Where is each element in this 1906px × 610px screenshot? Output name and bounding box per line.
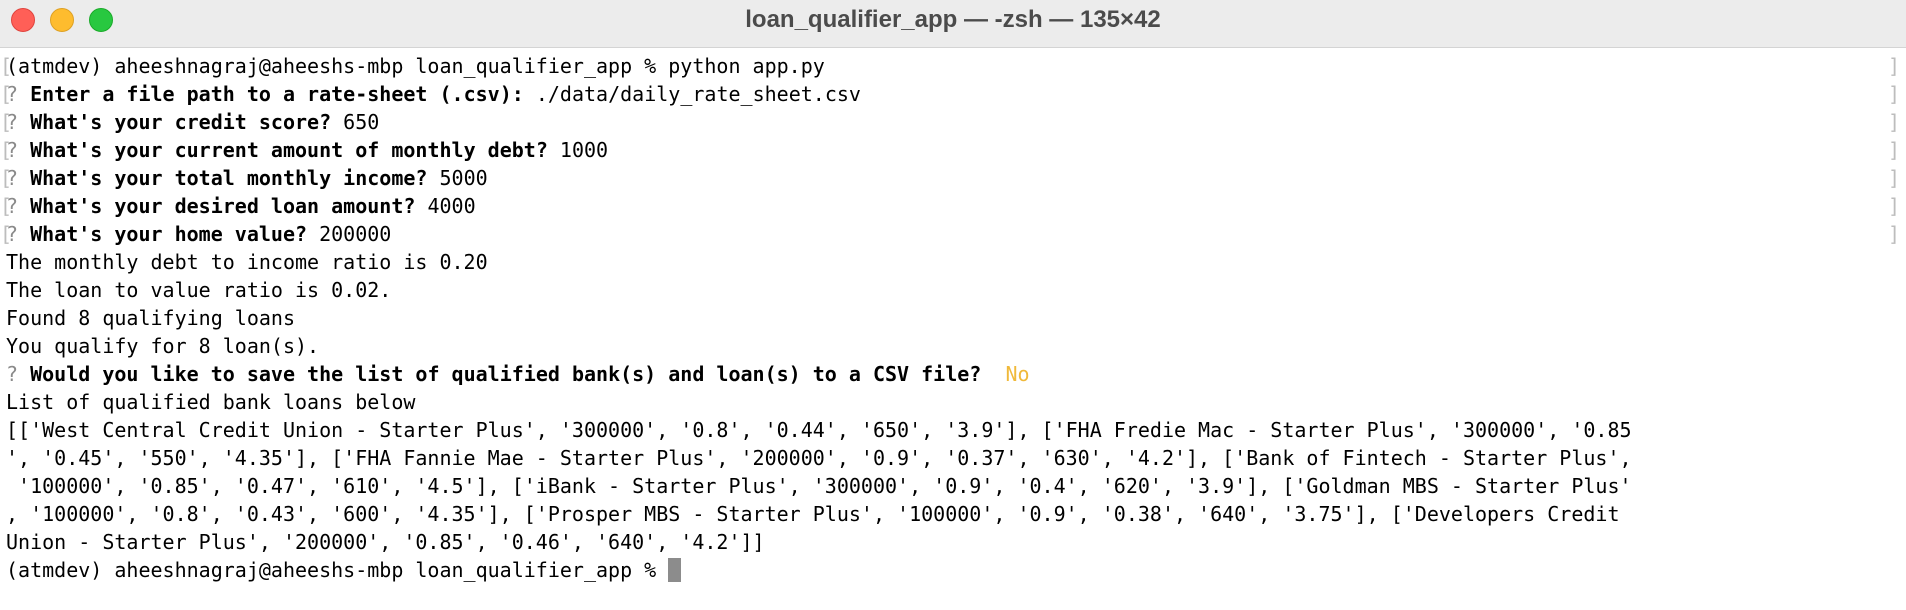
- loan-list-line: Union - Starter Plus', '200000', '0.85',…: [6, 530, 765, 554]
- window-title: loan_qualifier_app — -zsh — 135×42: [745, 6, 1161, 33]
- question-answer: 200000: [319, 222, 392, 246]
- output-line: You qualify for 8 loan(s).: [6, 334, 320, 358]
- left-marker: [: [0, 194, 13, 218]
- shell-prompt: (atmdev) aheeshnagraj@aheeshs-mbp loan_q…: [6, 558, 669, 582]
- command-text: python app.py: [668, 54, 825, 78]
- question-line: [? What's your home value? 200000]: [0, 220, 1906, 248]
- right-marker: ]: [1887, 138, 1900, 162]
- shell-prompt: (atmdev) aheeshnagraj@aheeshs-mbp loan_q…: [6, 54, 669, 78]
- question-answer: 5000: [439, 166, 488, 190]
- question-line: [? What's your total monthly income? 500…: [0, 164, 1906, 192]
- left-marker: [: [0, 166, 13, 190]
- list-header: List of qualified bank loans below: [6, 390, 416, 414]
- left-marker: [: [0, 222, 13, 246]
- question-label: What's your home value?: [30, 222, 308, 246]
- question-answer: 650: [343, 110, 380, 134]
- save-question-line: ? Would you like to save the list of qua…: [0, 360, 1906, 388]
- question-line: [? What's your desired loan amount? 4000…: [0, 192, 1906, 220]
- question-answer: 4000: [427, 194, 476, 218]
- left-marker: [: [0, 54, 13, 78]
- question-mark-icon: ?: [6, 362, 19, 386]
- left-marker: [: [0, 110, 13, 134]
- right-marker: ]: [1887, 110, 1900, 134]
- save-question-label: Would you like to save the list of quali…: [30, 362, 982, 386]
- question-label: Enter a file path to a rate-sheet (.csv)…: [30, 82, 524, 106]
- save-answer: No: [1005, 362, 1030, 386]
- question-label: What's your total monthly income?: [30, 166, 428, 190]
- question-label: What's your credit score?: [30, 110, 332, 134]
- left-marker: [: [0, 82, 13, 106]
- right-marker: ]: [1887, 166, 1900, 190]
- text-cursor: [668, 558, 682, 582]
- question-answer: 1000: [559, 138, 609, 162]
- question-label: What's your current amount of monthly de…: [30, 138, 548, 162]
- terminal-window: loan_qualifier_app — -zsh — 135×42 [(atm…: [0, 0, 1906, 610]
- question-line: [? What's your current amount of monthly…: [0, 136, 1906, 164]
- loan-list-line: ', '0.45', '550', '4.35'], ['FHA Fannie …: [6, 446, 1632, 470]
- question-answer: ./data/daily_rate_sheet.csv: [535, 82, 861, 106]
- output-line: The loan to value ratio is 0.02.: [6, 278, 392, 302]
- right-marker: ]: [1887, 54, 1900, 78]
- right-marker: ]: [1887, 222, 1900, 246]
- output-line: The monthly debt to income ratio is 0.20: [6, 250, 488, 274]
- question-label: What's your desired loan amount?: [30, 194, 416, 218]
- question-line: [? Enter a file path to a rate-sheet (.c…: [0, 80, 1906, 108]
- title-bar: loan_qualifier_app — -zsh — 135×42: [0, 0, 1906, 48]
- final-prompt-line: (atmdev) aheeshnagraj@aheeshs-mbp loan_q…: [0, 556, 1906, 584]
- right-marker: ]: [1887, 82, 1900, 106]
- loan-list-line: [['West Central Credit Union - Starter P…: [6, 418, 1632, 442]
- question-line: [? What's your credit score? 650]: [0, 108, 1906, 136]
- terminal-output[interactable]: [(atmdev) aheeshnagraj@aheeshs-mbp loan_…: [0, 52, 1906, 584]
- command-line: [(atmdev) aheeshnagraj@aheeshs-mbp loan_…: [0, 52, 1906, 80]
- output-line: Found 8 qualifying loans: [6, 306, 295, 330]
- loan-list-line: '100000', '0.85', '0.47', '610', '4.5'],…: [6, 474, 1632, 498]
- left-marker: [: [0, 138, 13, 162]
- loan-list-line: , '100000', '0.8', '0.43', '600', '4.35'…: [6, 502, 1620, 526]
- right-marker: ]: [1887, 194, 1900, 218]
